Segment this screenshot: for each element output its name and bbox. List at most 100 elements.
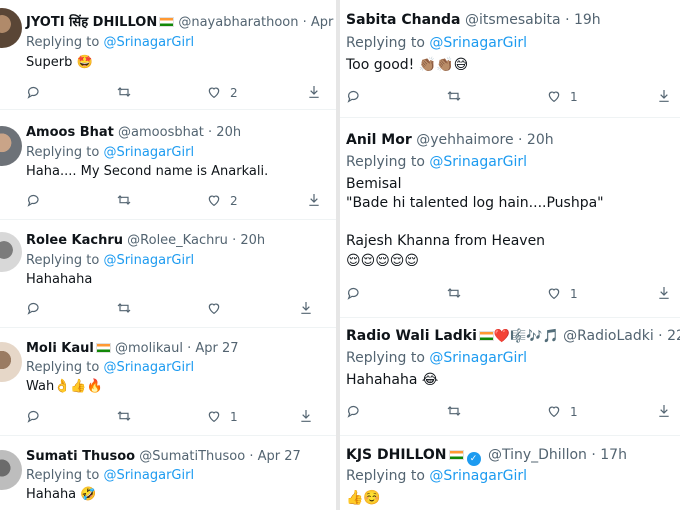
reply-tweet[interactable]: JYOTI सिंह DHILLON @nayabharathoon · Apr…: [0, 0, 336, 110]
mention-link[interactable]: @SrinagarGirl: [429, 35, 527, 51]
retweet-icon[interactable]: [446, 285, 462, 303]
reply-icon[interactable]: [26, 84, 42, 102]
like-count: 1: [570, 405, 578, 419]
like-count: 1: [230, 410, 238, 424]
like-button[interactable]: 2: [206, 84, 238, 102]
author-handle[interactable]: @nayabharathoon: [178, 15, 298, 30]
replying-to: Replying to @SrinagarGirl: [26, 145, 195, 160]
avatar[interactable]: [0, 450, 22, 490]
verified-badge-icon: ✓: [466, 452, 481, 466]
reply-icon[interactable]: [346, 88, 362, 106]
retweet-icon[interactable]: [116, 192, 132, 210]
retweet-icon[interactable]: [116, 408, 132, 426]
reply-tweet[interactable]: Amoos Bhat @amoosbhat · 20h Replying to …: [0, 110, 336, 220]
mention-link[interactable]: @SrinagarGirl: [429, 350, 527, 366]
tweet-time[interactable]: · 19h: [565, 12, 601, 28]
reply-icon[interactable]: [26, 300, 42, 318]
reply-icon[interactable]: [26, 192, 42, 210]
share-icon[interactable]: [306, 84, 322, 102]
retweet-icon[interactable]: [446, 88, 462, 106]
author-handle[interactable]: @RadioLadki: [563, 328, 654, 344]
retweet-icon[interactable]: [116, 84, 132, 102]
mention-link[interactable]: @SrinagarGirl: [103, 145, 194, 160]
reply-tweet[interactable]: Rolee Kachru @Rolee_Kachru · 20h Replyin…: [0, 220, 336, 328]
author-handle[interactable]: @yehhaimore: [416, 132, 513, 148]
author-handle[interactable]: @molikaul: [115, 341, 183, 356]
share-icon[interactable]: [656, 403, 672, 421]
share-icon[interactable]: [656, 285, 672, 303]
author-handle[interactable]: @Rolee_Kachru: [127, 233, 228, 248]
tweet-actions: 1: [346, 403, 676, 421]
india-flag-icon: [159, 17, 175, 27]
author-name[interactable]: Radio Wali Ladki: [346, 328, 477, 344]
tweet-text: Wah👌👍🔥: [26, 379, 103, 394]
reply-icon[interactable]: [26, 408, 42, 426]
like-button[interactable]: 1: [546, 285, 578, 303]
avatar[interactable]: [0, 126, 22, 166]
like-button[interactable]: 2: [206, 192, 238, 210]
reply-icon[interactable]: [346, 285, 362, 303]
heart-icon: [548, 406, 560, 418]
mention-link[interactable]: @SrinagarGirl: [429, 468, 527, 484]
replying-to: Replying to @SrinagarGirl: [346, 154, 527, 170]
reply-tweet[interactable]: Sumati Thusoo @SumatiThusoo · Apr 27 Rep…: [0, 436, 336, 510]
author-name[interactable]: Amoos Bhat: [26, 125, 114, 140]
author-name[interactable]: JYOTI सिंह DHILLON: [26, 15, 157, 30]
heart-icon: [208, 195, 220, 207]
author-name[interactable]: Moli Kaul: [26, 341, 94, 356]
author-name[interactable]: Rolee Kachru: [26, 233, 123, 248]
tweet-text: Hahahaha: [26, 272, 93, 287]
author-name[interactable]: KJS DHILLON: [346, 447, 447, 463]
author-name[interactable]: Sumati Thusoo: [26, 449, 135, 464]
music-emoji-icons: ❤️🎼🎶🎵: [493, 329, 559, 344]
share-icon[interactable]: [656, 88, 672, 106]
like-count: 2: [230, 86, 238, 100]
tweet-time[interactable]: · Apr 27: [249, 449, 300, 464]
like-button[interactable]: 1: [546, 403, 578, 421]
reply-icon[interactable]: [346, 403, 362, 421]
replying-to: Replying to @SrinagarGirl: [346, 350, 527, 366]
retweet-icon[interactable]: [116, 300, 132, 318]
tweet-time[interactable]: · 20h: [208, 125, 241, 140]
heart-icon: [548, 91, 560, 103]
reply-tweet[interactable]: Radio Wali Ladki ❤️🎼🎶🎵 @RadioLadki · 22 R…: [340, 318, 680, 436]
retweet-icon[interactable]: [446, 403, 462, 421]
avatar[interactable]: [0, 342, 22, 382]
reply-tweet[interactable]: Sabita Chanda @itsmesabita · 19h Replyin…: [340, 0, 680, 118]
like-button[interactable]: 1: [206, 408, 238, 426]
share-icon[interactable]: [298, 408, 314, 426]
tweet-time[interactable]: · 20h: [518, 132, 554, 148]
like-button[interactable]: 1: [546, 88, 578, 106]
reply-column-left: JYOTI सिंह DHILLON @nayabharathoon · Apr…: [0, 0, 336, 510]
tweet-time[interactable]: · 22: [658, 328, 680, 344]
author-handle[interactable]: @amoosbhat: [118, 125, 204, 140]
mention-link[interactable]: @SrinagarGirl: [103, 468, 194, 483]
mention-link[interactable]: @SrinagarGirl: [103, 35, 194, 50]
author-handle[interactable]: @itsmesabita: [465, 12, 561, 28]
tweet-text: 👍☺️: [346, 490, 381, 506]
author-handle[interactable]: @SumatiThusoo: [139, 449, 245, 464]
author-handle[interactable]: @Tiny_Dhillon: [488, 447, 587, 463]
reply-tweet[interactable]: Moli Kaul @molikaul · Apr 27 Replying to…: [0, 328, 336, 436]
tweet-time[interactable]: · 20h: [232, 233, 265, 248]
reply-tweet[interactable]: KJS DHILLON ✓ @Tiny_Dhillon · 17h Replyin…: [340, 436, 680, 510]
avatar[interactable]: [0, 8, 22, 48]
avatar[interactable]: [0, 232, 22, 272]
author-name[interactable]: Anil Mor: [346, 132, 412, 148]
mention-link[interactable]: @SrinagarGirl: [429, 154, 527, 170]
mention-link[interactable]: @SrinagarGirl: [103, 253, 194, 268]
like-count: 2: [230, 194, 238, 208]
tweet-text: Hahahaha 😂: [346, 372, 439, 388]
like-button[interactable]: [206, 300, 230, 318]
mention-link[interactable]: @SrinagarGirl: [103, 360, 194, 375]
tweet-time[interactable]: · 17h: [591, 447, 627, 463]
author-name[interactable]: Sabita Chanda: [346, 12, 461, 28]
tweet-time[interactable]: · Apr 27: [187, 341, 238, 356]
replying-to: Replying to @SrinagarGirl: [26, 468, 195, 483]
reply-tweet[interactable]: Anil Mor @yehhaimore · 20h Replying to @…: [340, 118, 680, 318]
share-icon[interactable]: [306, 192, 322, 210]
tweet-time[interactable]: · Apr 27: [303, 15, 336, 30]
tweet-actions: 2: [26, 192, 326, 210]
heart-icon: [208, 411, 220, 423]
share-icon[interactable]: [298, 300, 314, 318]
